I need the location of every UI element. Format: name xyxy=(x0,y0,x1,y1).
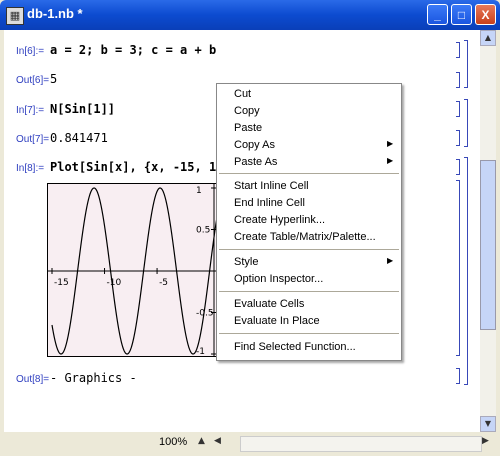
menu-item-label: End Inline Cell xyxy=(234,197,305,209)
in-label: In[8]:= xyxy=(16,163,45,174)
menu-separator xyxy=(219,333,399,334)
menu-item-label: Copy As xyxy=(234,139,275,151)
status-bar: 100% ▲ ◀ ▶ xyxy=(4,434,496,452)
output-cell[interactable]: 5 xyxy=(50,72,57,86)
zoom-down-icon[interactable]: ▲ xyxy=(198,436,205,446)
menu-item-style[interactable]: Style ▶ xyxy=(217,254,401,271)
menu-item-label: Create Hyperlink... xyxy=(234,214,326,226)
output-cell[interactable]: 0.841471 xyxy=(50,131,108,145)
menu-separator xyxy=(219,249,399,250)
cell-bracket[interactable] xyxy=(456,368,460,384)
menu-item-label: Evaluate Cells xyxy=(234,298,305,310)
scroll-up-icon[interactable]: ▲ xyxy=(480,30,496,46)
y-tick-label: 0.5 xyxy=(196,226,210,236)
horizontal-scrollbar[interactable] xyxy=(240,436,482,452)
cell-bracket[interactable] xyxy=(456,130,460,146)
group-bracket[interactable] xyxy=(464,40,468,88)
submenu-arrow-icon: ▶ xyxy=(387,256,394,265)
sine-plot[interactable]: -15 -10 -5 1 0.5 -0.5 -1 xyxy=(47,183,219,357)
cell-bracket[interactable] xyxy=(456,42,460,58)
scroll-down-icon[interactable]: ▼ xyxy=(480,416,496,432)
menu-item-label: Cut xyxy=(234,88,252,100)
menu-item-paste-as[interactable]: Paste As ▶ xyxy=(217,154,401,171)
scroll-left-icon[interactable]: ◀ xyxy=(214,436,221,446)
menu-item-paste[interactable]: Paste xyxy=(217,120,401,137)
menu-item-label: Option Inspector... xyxy=(234,273,324,285)
minimize-button[interactable]: _ xyxy=(427,4,448,25)
y-tick-label: 1 xyxy=(196,186,202,196)
cell-bracket[interactable] xyxy=(456,180,460,356)
submenu-arrow-icon: ▶ xyxy=(387,156,394,165)
menu-item-start-inline-cell[interactable]: Start Inline Cell xyxy=(217,178,401,195)
in-label: In[6]:= xyxy=(16,46,45,57)
menu-item-evaluate-cells[interactable]: Evaluate Cells xyxy=(217,296,401,313)
menu-item-copy-as[interactable]: Copy As ▶ xyxy=(217,137,401,154)
vertical-scrollbar[interactable]: ▲ ▼ xyxy=(480,30,496,432)
plot-canvas: -15 -10 -5 10.5-0.5-1 xyxy=(48,184,219,357)
menu-item-option-inspector[interactable]: Option Inspector... xyxy=(217,271,401,288)
input-cell[interactable]: a = 2; b = 3; c = a + b xyxy=(50,43,216,57)
menu-item-label: Paste As xyxy=(234,156,278,168)
maximize-button[interactable]: □ xyxy=(451,4,472,25)
menu-item-evaluate-in-place[interactable]: Evaluate In Place xyxy=(217,313,401,330)
close-button[interactable]: X xyxy=(475,4,496,25)
menu-item-label: Style xyxy=(234,256,259,268)
menu-item-end-inline-cell[interactable]: End Inline Cell xyxy=(217,195,401,212)
menu-separator xyxy=(219,173,399,174)
submenu-arrow-icon: ▶ xyxy=(387,139,394,148)
x-tick-label: -5 xyxy=(159,278,168,288)
menu-item-create-hyperlink[interactable]: Create Hyperlink... xyxy=(217,212,401,229)
menu-item-label: Start Inline Cell xyxy=(234,180,309,192)
out-label: Out[6]= xyxy=(16,75,50,86)
menu-item-label: Evaluate In Place xyxy=(234,315,320,327)
group-bracket[interactable] xyxy=(464,99,468,147)
context-menu: Cut Copy Paste Copy As ▶ Paste As ▶ Start … xyxy=(216,83,402,361)
menu-item-label: Find Selected Function... xyxy=(234,341,356,353)
menu-separator xyxy=(219,291,399,292)
group-bracket[interactable] xyxy=(464,157,468,385)
cell-bracket[interactable] xyxy=(456,72,460,88)
menu-item-create-table[interactable]: Create Table/Matrix/Palette... xyxy=(217,229,401,246)
menu-item-label: Create Table/Matrix/Palette... xyxy=(234,231,376,243)
menu-item-label: Copy xyxy=(234,105,260,117)
x-tick-label: -10 xyxy=(107,278,122,288)
scroll-right-icon[interactable]: ▶ xyxy=(482,436,489,446)
notebook-app-icon[interactable]: ▦ xyxy=(6,7,24,25)
out-label: Out[7]= xyxy=(16,134,50,145)
x-tick-label: -15 xyxy=(54,278,69,288)
input-cell[interactable]: Plot[Sin[x], {x, -15, 15}] xyxy=(50,160,238,174)
menu-item-find-selected-function[interactable]: Find Selected Function... xyxy=(217,339,401,356)
out-label: Out[8]= xyxy=(16,374,50,385)
menu-item-label: Paste xyxy=(234,122,263,134)
window-title: db-1.nb * xyxy=(27,6,83,21)
scroll-thumb[interactable] xyxy=(480,160,496,330)
menu-item-cut[interactable]: Cut xyxy=(217,86,401,103)
cell-bracket[interactable] xyxy=(456,159,460,175)
output-cell[interactable]: - Graphics - xyxy=(50,371,137,385)
menu-item-copy[interactable]: Copy xyxy=(217,103,401,120)
notebook-window: ▦ db-1.nb * _ □ X In[6]:= a = 2; b = 3; … xyxy=(0,0,500,456)
title-bar[interactable]: ▦ db-1.nb * _ □ X xyxy=(0,0,500,30)
cell-bracket[interactable] xyxy=(456,101,460,117)
zoom-level[interactable]: 100% xyxy=(159,436,187,448)
in-label: In[7]:= xyxy=(16,105,45,116)
input-cell[interactable]: N[Sin[1]] xyxy=(50,102,115,116)
